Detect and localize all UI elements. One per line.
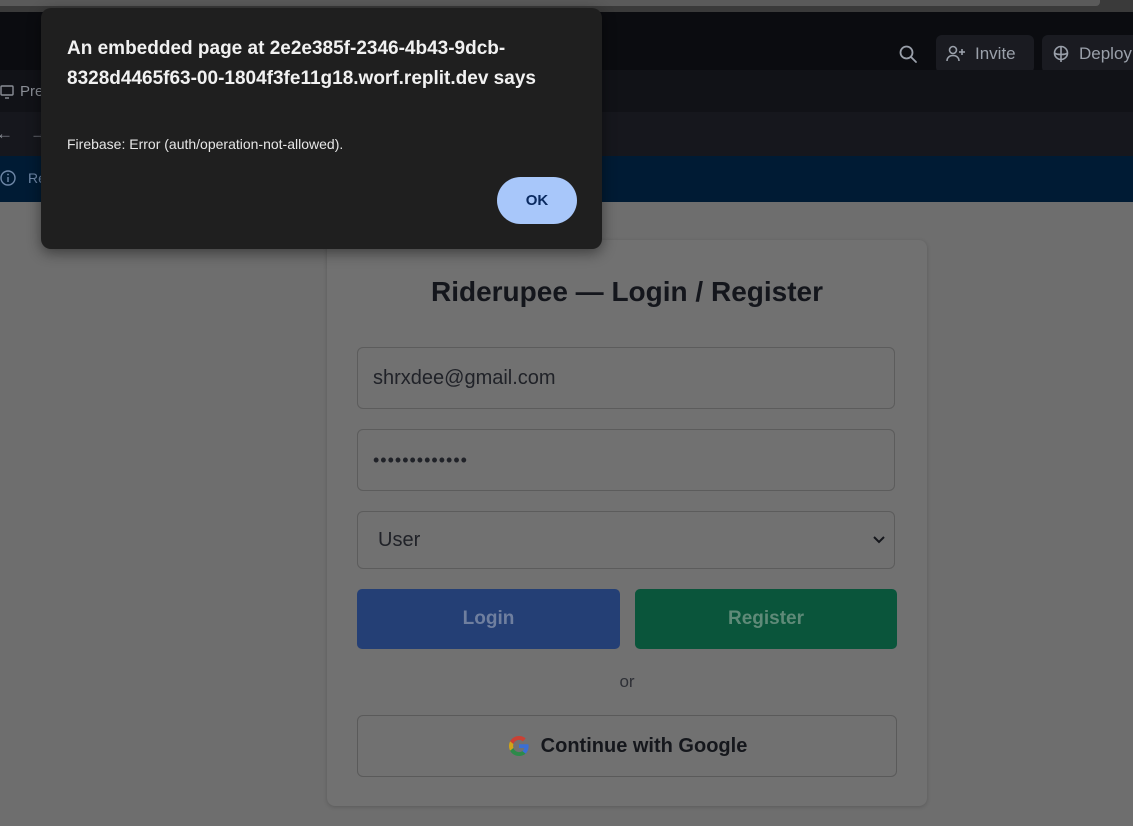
auth-card: Riderupee — Login / Register shrxdee@gma… (327, 240, 927, 806)
role-select[interactable]: User (357, 511, 895, 569)
scrollbar[interactable] (0, 0, 1100, 6)
info-icon (0, 170, 16, 186)
deploy-button[interactable]: Deploy (1042, 35, 1133, 73)
search-icon[interactable] (892, 40, 924, 68)
role-select-value: User (378, 528, 421, 551)
deploy-icon (1053, 45, 1069, 62)
invite-label: Invite (975, 44, 1016, 63)
ok-button[interactable]: OK (497, 177, 577, 224)
google-signin-button[interactable]: Continue with Google (357, 715, 897, 777)
google-icon (508, 736, 529, 756)
alert-dialog: An embedded page at 2e2e385f-2346-4b43-9… (41, 8, 602, 249)
or-divider: or (619, 672, 635, 691)
google-button-label: Continue with Google (540, 734, 748, 757)
preview-tab-label: Pre (20, 83, 44, 100)
page-title: Riderupee — Login / Register (430, 276, 824, 307)
dialog-title: An embedded page at 2e2e385f-2346-4b43-9… (67, 38, 536, 89)
add-user-icon (946, 45, 965, 62)
invite-button[interactable]: Invite (936, 35, 1034, 73)
deploy-label: Deploy (1079, 44, 1132, 63)
tab-preview[interactable]: Pre (0, 83, 43, 100)
register-button[interactable]: Register (635, 589, 897, 649)
email-field[interactable]: shrxdee@gmail.com (357, 347, 895, 409)
monitor-icon (0, 84, 14, 99)
back-arrow-icon[interactable]: ← (0, 124, 13, 144)
password-field[interactable]: ••••••••••••• (357, 429, 895, 491)
login-button[interactable]: Login (357, 589, 620, 649)
dialog-message: Firebase: Error (auth/operation-not-allo… (67, 136, 344, 152)
chevron-down-icon (873, 536, 885, 544)
